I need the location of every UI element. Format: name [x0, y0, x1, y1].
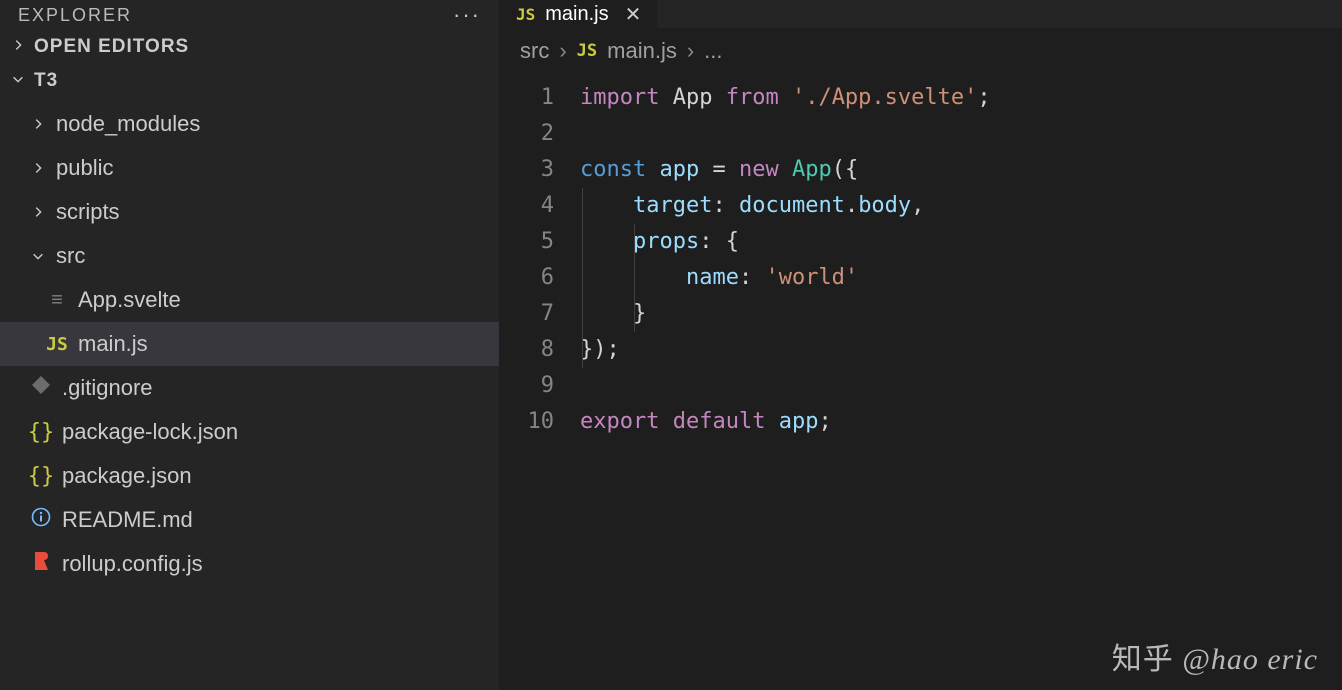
line-number: 2 [500, 116, 554, 152]
file-app-svelte[interactable]: ≡ App.svelte [0, 278, 499, 322]
chevron-right-icon [28, 111, 48, 137]
tree-item-label: node_modules [56, 111, 200, 137]
code-line[interactable]: const app = new App({ [580, 152, 1342, 188]
js-icon: JS [516, 5, 535, 24]
line-number: 1 [500, 80, 554, 116]
code-content[interactable]: import App from './App.svelte'; const app… [580, 80, 1342, 690]
json-icon: {} [28, 464, 55, 489]
line-number-gutter: 12345678910 [500, 80, 580, 690]
line-number: 7 [500, 296, 554, 332]
info-icon [31, 507, 51, 533]
chevron-right-icon: › [559, 38, 566, 64]
tree-item-label: main.js [78, 331, 148, 357]
chevron-down-icon [28, 243, 48, 269]
svelte-icon: ≡ [51, 289, 63, 312]
tree-item-label: rollup.config.js [62, 551, 203, 577]
project-label: T3 [34, 70, 58, 92]
code-line[interactable] [580, 116, 1342, 152]
open-editors-section[interactable]: OPEN EDITORS [0, 30, 499, 64]
js-icon: JS [46, 334, 68, 355]
code-line[interactable]: name: 'world' [580, 260, 1342, 296]
folder-scripts[interactable]: scripts [0, 190, 499, 234]
breadcrumbs[interactable]: src › JS main.js › ... [500, 28, 1342, 74]
watermark: 知乎 @hao eric [1112, 634, 1318, 678]
project-section[interactable]: T3 [0, 64, 499, 98]
watermark-zh: 知乎 [1112, 643, 1174, 676]
chevron-down-icon [8, 70, 28, 92]
code-line[interactable] [580, 368, 1342, 404]
tree-item-label: public [56, 155, 113, 181]
code-line[interactable]: target: document.body, [580, 188, 1342, 224]
tree-item-label: package.json [62, 463, 192, 489]
file--gitignore[interactable]: .gitignore [0, 366, 499, 410]
file-package-json[interactable]: {} package.json [0, 454, 499, 498]
line-number: 10 [500, 404, 554, 440]
explorer-header: EXPLORER ··· [0, 0, 499, 30]
file-main-js[interactable]: JS main.js [0, 322, 499, 366]
json-icon: {} [28, 420, 55, 445]
explorer-sidebar: EXPLORER ··· OPEN EDITORS T3 node_module… [0, 0, 500, 690]
chevron-right-icon [8, 36, 28, 58]
close-icon[interactable]: ✕ [625, 2, 642, 27]
open-editors-label: OPEN EDITORS [34, 36, 189, 58]
rollup-icon [32, 551, 50, 577]
folder-public[interactable]: public [0, 146, 499, 190]
tree-item-label: .gitignore [62, 375, 153, 401]
line-number: 5 [500, 224, 554, 260]
chevron-right-icon [28, 199, 48, 225]
js-icon: JS [577, 41, 597, 61]
line-number: 8 [500, 332, 554, 368]
code-line[interactable]: }); [580, 332, 1342, 368]
tab-main-js[interactable]: JS main.js ✕ [500, 0, 657, 28]
file-tree: node_modulespublic scripts src ≡ App.svelte J… [0, 98, 499, 590]
breadcrumb-folder[interactable]: src [520, 38, 549, 64]
chevron-right-icon: › [687, 38, 694, 64]
tree-item-label: README.md [62, 507, 193, 533]
tree-item-label: scripts [56, 199, 120, 225]
watermark-handle: @hao eric [1182, 643, 1318, 676]
line-number: 6 [500, 260, 554, 296]
file-package-lock-json[interactable]: {} package-lock.json [0, 410, 499, 454]
tree-item-label: App.svelte [78, 287, 181, 313]
tab-label: main.js [545, 3, 608, 26]
file-rollup-config-js[interactable]: rollup.config.js [0, 542, 499, 586]
code-line[interactable]: export default app; [580, 404, 1342, 440]
chevron-right-icon [28, 155, 48, 181]
git-icon [31, 375, 51, 401]
tree-item-label: src [56, 243, 85, 269]
tree-item-label: package-lock.json [62, 419, 238, 445]
folder-src[interactable]: src [0, 234, 499, 278]
folder-node-modules[interactable]: node_modules [0, 102, 499, 146]
file-readme-md[interactable]: README.md [0, 498, 499, 542]
code-line[interactable]: import App from './App.svelte'; [580, 80, 1342, 116]
line-number: 3 [500, 152, 554, 188]
code-line[interactable]: } [580, 296, 1342, 332]
explorer-title: EXPLORER [18, 5, 132, 26]
breadcrumb-tail[interactable]: ... [704, 38, 722, 64]
code-editor[interactable]: 12345678910 import App from './App.svelt… [500, 74, 1342, 690]
breadcrumb-file[interactable]: main.js [607, 38, 677, 64]
line-number: 9 [500, 368, 554, 404]
code-line[interactable]: props: { [580, 224, 1342, 260]
tab-bar: JS main.js ✕ [500, 0, 1342, 28]
more-actions-icon[interactable]: ··· [453, 2, 481, 28]
editor-area: JS main.js ✕ src › JS main.js › ... 1234… [500, 0, 1342, 690]
line-number: 4 [500, 188, 554, 224]
